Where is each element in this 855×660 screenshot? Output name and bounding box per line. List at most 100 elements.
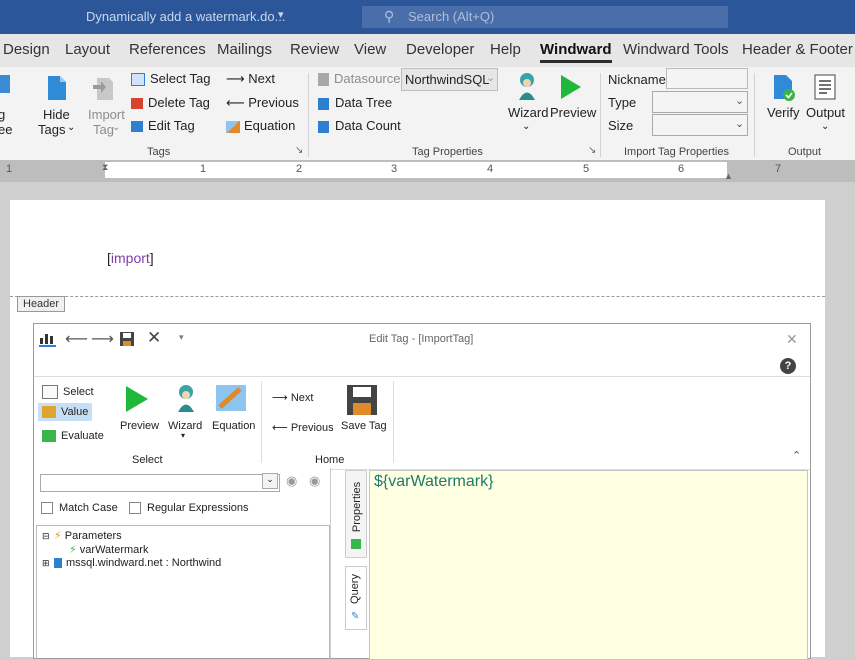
tab-layout[interactable]: Layout	[65, 41, 110, 58]
value-mode-label: Value	[61, 406, 89, 418]
horizontal-ruler[interactable]: 1 1 2 3 4 5 6 7 ⧗ ▲	[0, 160, 855, 182]
tab-query[interactable]: ✎ Query	[345, 566, 367, 630]
chart-icon[interactable]	[39, 331, 57, 347]
wizard-button[interactable]: Wizard	[508, 105, 548, 120]
hide-tags-icon[interactable]	[46, 75, 68, 101]
delete-tag-button[interactable]: Delete Tag	[131, 95, 210, 110]
dialog-title-bar: ⟵ ⟶ ✕ ▾ Edit Tag - [ImportTag] ✕	[34, 324, 810, 354]
preview-button[interactable]: Preview	[550, 105, 596, 120]
tab-view[interactable]: View	[354, 41, 386, 58]
tab-references[interactable]: References	[129, 41, 206, 58]
header-label[interactable]: Header	[17, 296, 66, 312]
tree-item-varwatermark[interactable]: ⚡ varWatermark	[69, 543, 148, 556]
tab-windward-tools[interactable]: Windward Tools	[623, 41, 729, 58]
hide-tags-button-line2[interactable]: Tags	[38, 122, 65, 137]
search-next-icon[interactable]: ◉	[309, 473, 320, 489]
save-tag-button[interactable]: Save Tag	[341, 420, 387, 432]
datasource-dropdown[interactable]: NorthwindSQL ⌄	[401, 68, 498, 91]
dialog-launcher-icon[interactable]: ↘	[295, 145, 303, 156]
save-icon[interactable]	[120, 332, 134, 346]
tab-properties[interactable]: Properties	[345, 470, 367, 558]
select-mode-button[interactable]: Select	[42, 385, 94, 399]
size-label: Size	[608, 118, 634, 133]
search-box[interactable]: ⚲ Search (Alt+Q)	[362, 6, 728, 28]
edit-tag-dialog: ⟵ ⟶ ✕ ▾ Edit Tag - [ImportTag] ✕ ? Selec…	[33, 323, 811, 660]
previous-button[interactable]: ⟵ Previous	[226, 95, 299, 111]
expand-icon[interactable]: ⊞	[42, 558, 50, 569]
import-tag-field[interactable]: [import]	[107, 250, 154, 266]
group-separator	[600, 73, 601, 157]
chevron-down-icon[interactable]: ▾	[278, 8, 284, 21]
save-tag-icon[interactable]	[347, 385, 377, 415]
select-tag-icon	[131, 73, 145, 87]
import-tag-button-line2[interactable]: Tag	[93, 122, 114, 137]
wizard-icon[interactable]	[514, 71, 540, 101]
search-prev-icon[interactable]: ◉	[286, 473, 297, 489]
indent-marker-icon[interactable]: ⧗	[102, 162, 108, 173]
import-tag-icon[interactable]	[93, 75, 115, 101]
output-icon[interactable]	[813, 74, 837, 102]
preview-button[interactable]: Preview	[120, 420, 159, 432]
tab-developer[interactable]: Developer	[406, 41, 474, 58]
chevron-down-icon[interactable]: ▾	[181, 431, 185, 440]
tab-design[interactable]: Design	[3, 41, 50, 58]
document-title[interactable]: Dynamically add a watermark.do...	[86, 9, 285, 24]
select-tag-button[interactable]: Select Tag	[131, 71, 210, 87]
preview-play-icon[interactable]	[559, 73, 583, 101]
tab-review[interactable]: Review	[290, 41, 339, 58]
value-mode-button[interactable]: Value	[38, 403, 93, 422]
verify-button[interactable]: Verify	[767, 105, 800, 120]
tab-header-footer[interactable]: Header & Footer	[742, 41, 853, 58]
wizard-button[interactable]: Wizard	[168, 420, 202, 432]
tab-mailings[interactable]: Mailings	[217, 41, 272, 58]
tree-item-datasource[interactable]: mssql.windward.net : Northwind	[54, 557, 221, 569]
wizard-icon[interactable]	[173, 383, 199, 413]
output-button[interactable]: Output	[806, 105, 845, 120]
chevron-down-icon[interactable]: ⌄	[112, 122, 120, 133]
type-label: Type	[608, 95, 637, 110]
equation-icon[interactable]	[216, 385, 246, 411]
equation-button[interactable]: Equation	[212, 420, 255, 432]
dialog-title: Edit Tag - [ImportTag]	[369, 333, 474, 345]
dialog-launcher-icon[interactable]: ↘	[588, 145, 596, 156]
equation-button[interactable]: Equation	[226, 118, 295, 133]
hide-tags-button[interactable]: Hide	[43, 107, 70, 122]
next-button[interactable]: ⟶ Next	[226, 71, 275, 87]
data-tree-button[interactable]: Data Tree	[318, 95, 392, 110]
size-dropdown[interactable]: ⌄	[652, 114, 748, 136]
collapse-ribbon-icon[interactable]: ⌃	[792, 449, 801, 462]
tag-tree-label-partial2[interactable]: ee	[0, 122, 12, 137]
match-case-checkbox[interactable]: Match Case	[41, 502, 118, 515]
edit-tag-button[interactable]: Edit Tag	[131, 118, 195, 133]
previous-button[interactable]: ⟵ Previous	[272, 421, 334, 434]
tag-tree-label-partial[interactable]: g	[0, 107, 5, 122]
close-icon[interactable]: ✕	[786, 331, 798, 348]
data-count-button[interactable]: Data Count	[318, 118, 401, 133]
arrow-right-icon[interactable]: ⟶	[91, 329, 114, 349]
type-dropdown[interactable]: ⌄	[652, 91, 748, 113]
right-indent-marker-icon[interactable]: ▲	[724, 171, 733, 181]
ribbon: g ee Hide Tags ⌄ Import Tag ⌄ Select Tag…	[0, 67, 855, 161]
regular-expressions-checkbox[interactable]: Regular Expressions	[129, 502, 249, 515]
tree-filter-combo[interactable]	[40, 474, 280, 492]
help-icon[interactable]: ?	[780, 358, 796, 374]
arrow-left-icon[interactable]: ⟵	[65, 329, 88, 349]
tab-windward[interactable]: Windward	[540, 41, 612, 63]
next-button[interactable]: ⟶ Next	[272, 391, 313, 404]
evaluate-mode-button[interactable]: Evaluate	[42, 430, 104, 443]
nickname-input[interactable]	[666, 68, 748, 89]
verify-icon[interactable]	[772, 74, 796, 102]
chevron-down-icon[interactable]: ⌄	[262, 473, 278, 489]
close-x-icon[interactable]: ✕	[147, 328, 161, 348]
chevron-down-icon[interactable]: ⌄	[821, 121, 829, 132]
import-tag-button[interactable]: Import	[88, 107, 125, 122]
chevron-down-icon[interactable]: ⌄	[522, 121, 530, 132]
tab-help[interactable]: Help	[490, 41, 521, 58]
datasource-button[interactable]: Datasource	[318, 71, 400, 87]
tree-item-parameters[interactable]: ⚡ Parameters	[54, 529, 122, 542]
customize-toolbar-icon[interactable]: ▾	[179, 332, 184, 343]
preview-play-icon[interactable]	[125, 385, 149, 413]
chevron-down-icon[interactable]: ⌄	[67, 122, 75, 133]
tag-editor[interactable]: ${varWatermark}	[369, 470, 808, 660]
collapse-icon[interactable]: ⊟	[42, 531, 50, 542]
